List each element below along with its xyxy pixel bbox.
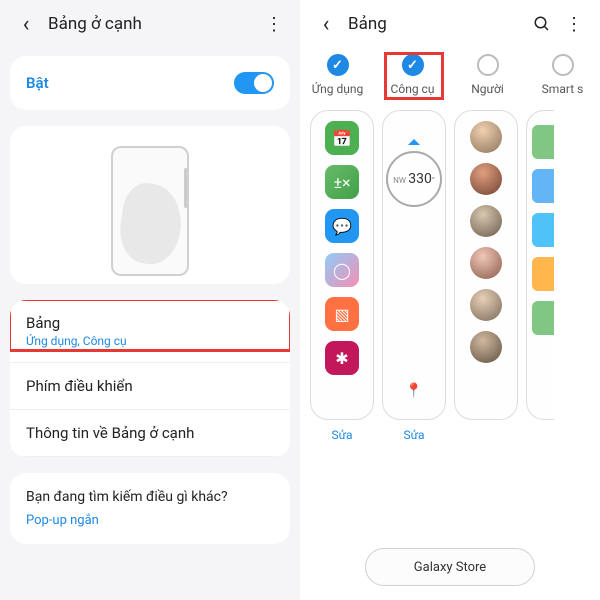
tab-apps[interactable]: Ứng dụng xyxy=(305,54,371,96)
tab-check-icon xyxy=(327,54,349,76)
phone-preview-card xyxy=(10,126,290,284)
smart-tile xyxy=(532,301,554,335)
compass-direction: NW xyxy=(393,176,406,185)
galaxy-store-button[interactable]: Galaxy Store xyxy=(365,548,535,586)
panel-apps-frame: 📅 ±× 💬 ◯ ▧ ✱ xyxy=(310,110,374,420)
menu-item-subtitle: Ứng dụng, Công cụ xyxy=(26,334,274,348)
panel-people-frame xyxy=(454,110,518,420)
suggestions-card: Bạn đang tìm kiếm điều gì khác? Pop-up n… xyxy=(10,473,290,544)
menu-item-title: Phím điều khiển xyxy=(26,377,274,395)
menu-item-title: Thông tin về Bảng ở cạnh xyxy=(26,424,274,442)
panel-edit-link[interactable]: Sửa xyxy=(331,428,352,442)
phone-preview xyxy=(111,146,189,276)
panel-smart-column[interactable] xyxy=(526,110,554,536)
messages-icon: 💬 xyxy=(325,209,359,243)
master-toggle[interactable] xyxy=(234,72,274,94)
tab-label: Smart s xyxy=(542,82,584,96)
settings-screen: ‹ Bảng ở cạnh ⋮ Bật Bảng Ứng dụng, Công … xyxy=(0,0,300,600)
tab-tools[interactable]: Công cụ xyxy=(380,54,446,96)
galaxy-store-label: Galaxy Store xyxy=(414,560,486,575)
page-title: Bảng ở cạnh xyxy=(48,14,258,34)
panel-tools-column[interactable]: NW 330° 📍 Sửa xyxy=(382,110,446,536)
tab-check-icon xyxy=(402,54,424,76)
calendar-icon: 📅 xyxy=(325,121,359,155)
tab-label: Công cụ xyxy=(391,82,435,96)
tab-check-icon xyxy=(477,54,499,76)
tab-check-icon xyxy=(552,54,574,76)
compass-degrees: 330 xyxy=(408,171,432,187)
contact-avatar xyxy=(470,331,502,363)
notes-icon: ▧ xyxy=(325,297,359,331)
tab-people[interactable]: Người xyxy=(455,54,521,96)
calculator-icon: ±× xyxy=(325,165,359,199)
suggestion-heading: Bạn đang tìm kiếm điều gì khác? xyxy=(26,489,274,505)
header-bar: ‹ Bảng ở cạnh ⋮ xyxy=(0,0,300,48)
browser-icon: ◯ xyxy=(325,253,359,287)
menu-item-panels[interactable]: Bảng Ứng dụng, Công cụ xyxy=(10,300,290,363)
panel-tools-frame: NW 330° 📍 xyxy=(382,110,446,420)
contact-avatar xyxy=(470,121,502,153)
settings-menu-list: Bảng Ứng dụng, Công cụ Phím điều khiển T… xyxy=(10,300,290,457)
panel-tabs: Ứng dụng Công cụ Người Smart s xyxy=(300,48,600,106)
contact-avatar xyxy=(470,289,502,321)
panel-smart-frame xyxy=(526,110,554,420)
back-button[interactable]: ‹ xyxy=(310,8,342,40)
smart-tile xyxy=(532,169,554,203)
smart-tile xyxy=(532,257,554,291)
contact-avatar xyxy=(470,163,502,195)
smart-tile xyxy=(532,213,554,247)
smart-tile xyxy=(532,125,554,159)
header-bar: ‹ Bảng ⋮ xyxy=(300,0,600,48)
settings-icon: ✱ xyxy=(325,341,359,375)
master-toggle-card: Bật xyxy=(10,56,290,110)
page-title: Bảng xyxy=(348,14,526,34)
menu-item-handle-control[interactable]: Phím điều khiển xyxy=(10,363,290,410)
more-options-icon[interactable]: ⋮ xyxy=(558,8,590,40)
contact-avatar xyxy=(470,205,502,237)
toggle-label: Bật xyxy=(26,74,49,92)
tab-smart[interactable]: Smart s xyxy=(530,54,596,96)
panel-previews-area: 📅 ±× 💬 ◯ ▧ ✱ Sửa NW 330° 📍 Sửa xyxy=(300,106,600,536)
contact-avatar xyxy=(470,247,502,279)
panel-people-column[interactable] xyxy=(454,110,518,536)
back-button[interactable]: ‹ xyxy=(10,8,42,40)
more-options-icon[interactable]: ⋮ xyxy=(258,8,290,40)
tab-label: Ứng dụng xyxy=(312,82,363,96)
panels-screen: ‹ Bảng ⋮ Ứng dụng Công cụ Người Smart s xyxy=(300,0,600,600)
location-pin-icon: 📍 xyxy=(405,383,422,399)
suggestion-link-popup[interactable]: Pop-up ngắn xyxy=(26,513,274,528)
compass-icon: NW 330° xyxy=(386,151,442,207)
phone-wallpaper-shape xyxy=(116,180,187,268)
menu-item-title: Bảng xyxy=(26,314,274,332)
tab-label: Người xyxy=(471,82,504,96)
menu-item-about[interactable]: Thông tin về Bảng ở cạnh xyxy=(10,410,290,457)
panel-apps-column[interactable]: 📅 ±× 💬 ◯ ▧ ✱ Sửa xyxy=(310,110,374,536)
panel-edit-link[interactable]: Sửa xyxy=(403,428,424,442)
search-icon[interactable] xyxy=(526,8,558,40)
phone-edge-handle xyxy=(184,168,188,208)
